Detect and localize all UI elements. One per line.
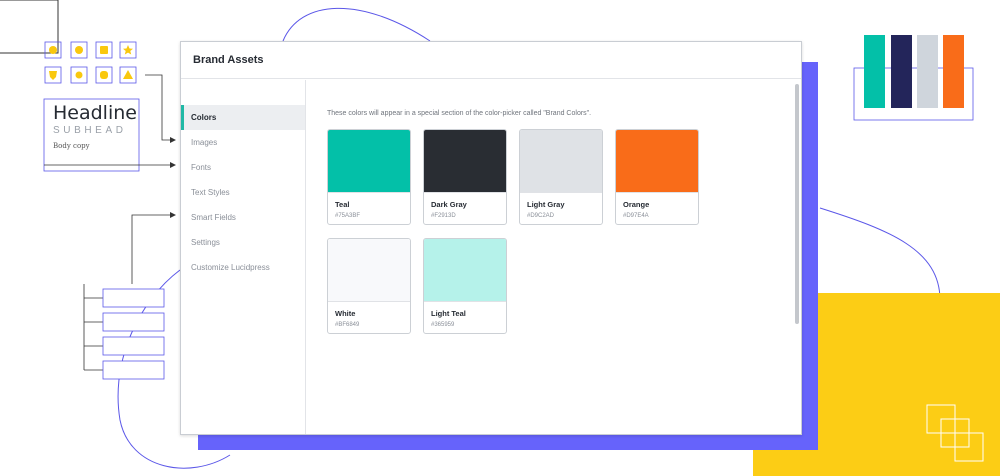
- sidebar-item-text-styles[interactable]: Text Styles: [181, 180, 305, 205]
- burst-icon: [75, 71, 83, 79]
- swatch-name: Light Teal: [431, 309, 466, 318]
- shield-icon: [49, 71, 57, 80]
- swatch-hex: #BF6849: [335, 322, 360, 328]
- sidebar-item-settings[interactable]: Settings: [181, 230, 305, 255]
- sidebar-nav: Colors Images Fonts Text Styles Smart Fi…: [181, 80, 306, 434]
- swatch-name: Dark Gray: [431, 200, 467, 209]
- color-swatch[interactable]: Orange #D97E4A: [615, 129, 699, 225]
- palette-bar-teal: [864, 35, 885, 108]
- sidebar-item-images[interactable]: Images: [181, 130, 305, 155]
- sidebar-item-smart-fields[interactable]: Smart Fields: [181, 205, 305, 230]
- rounded-square-icon: [100, 71, 108, 79]
- star-icon: [123, 45, 133, 55]
- swatch-color-block: [616, 130, 698, 193]
- dialog-title: Brand Assets: [193, 54, 264, 66]
- colors-description: These colors will appear in a special se…: [327, 110, 592, 117]
- swatch-color-block: [328, 239, 410, 302]
- swatch-hex: #D9C2AD: [527, 213, 555, 219]
- headline-sample: Headline: [53, 102, 137, 124]
- sidebar-item-colors[interactable]: Colors: [181, 105, 305, 130]
- swatch-color-block: [328, 130, 410, 193]
- color-swatch[interactable]: Dark Gray #F2913D: [423, 129, 507, 225]
- swatch-hex: #D97E4A: [623, 213, 649, 219]
- typography-sample: Headline SUBHEAD Body copy: [53, 101, 139, 150]
- palette-bar-light-gray: [917, 35, 938, 108]
- scrollbar[interactable]: [795, 84, 799, 324]
- subhead-sample: SUBHEAD: [53, 125, 127, 136]
- swatch-hex: #F2913D: [431, 213, 456, 219]
- swatch-color-block: [424, 130, 506, 193]
- square-icon: [100, 46, 108, 54]
- sidebar-item-customize-lucidpress[interactable]: Customize Lucidpress: [181, 255, 305, 280]
- color-swatch[interactable]: Light Teal #365959: [423, 238, 507, 334]
- swatch-name: Teal: [335, 200, 350, 209]
- circle-icon: [75, 46, 83, 54]
- swatch-name: Light Gray: [527, 200, 565, 209]
- swatch-hex: #75A3BF: [335, 213, 361, 219]
- body-copy-sample: Body copy: [53, 142, 90, 150]
- swatch-color-block: [520, 130, 602, 193]
- palette-bar-navy: [891, 35, 912, 108]
- shape-icon-grid: [44, 41, 137, 84]
- colors-panel: These colors will appear in a special se…: [307, 80, 801, 434]
- triangle-icon: [123, 70, 133, 79]
- brand-assets-dialog: Brand Assets Colors Images Fonts Text St…: [180, 41, 802, 435]
- swatch-name: White: [335, 309, 356, 318]
- color-swatch[interactable]: Light Gray #D9C2AD: [519, 129, 603, 225]
- color-swatch[interactable]: Teal #75A3BF: [327, 129, 411, 225]
- palette-bar-orange: [943, 35, 964, 108]
- swatch-color-block: [424, 239, 506, 302]
- swatch-hex: #365959: [431, 322, 455, 328]
- sidebar-item-fonts[interactable]: Fonts: [181, 155, 305, 180]
- color-swatch[interactable]: White #BF6849: [327, 238, 411, 334]
- circle-icon: [49, 46, 57, 54]
- field-box-stack: [102, 288, 165, 380]
- swatch-name: Orange: [623, 200, 650, 209]
- dialog-header: Brand Assets: [181, 42, 801, 79]
